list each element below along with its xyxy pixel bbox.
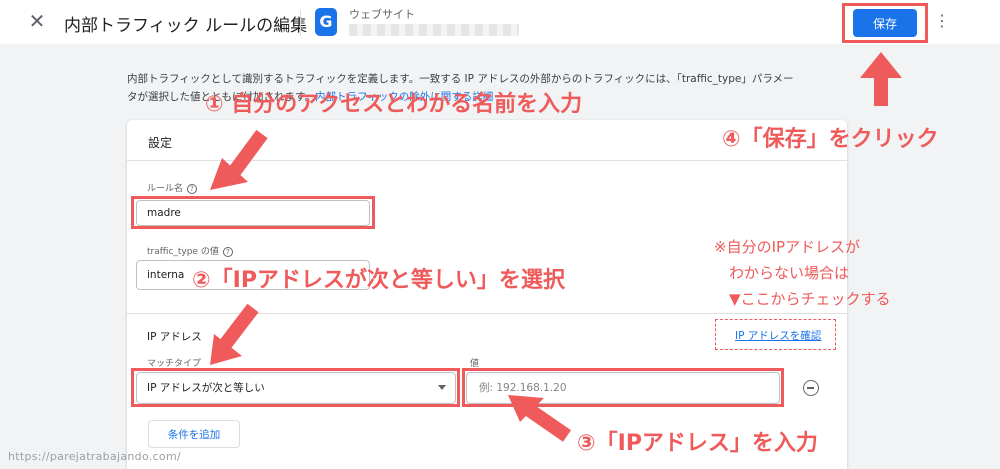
watermark: https://parejatrabajando.com/: [8, 450, 181, 463]
arrow-step3-icon: [508, 395, 571, 442]
annotation-arrows: [210, 52, 902, 442]
arrow-step2-icon: [210, 303, 259, 365]
arrow-step4-icon: [860, 52, 902, 106]
arrow-step1-icon: [210, 129, 268, 190]
